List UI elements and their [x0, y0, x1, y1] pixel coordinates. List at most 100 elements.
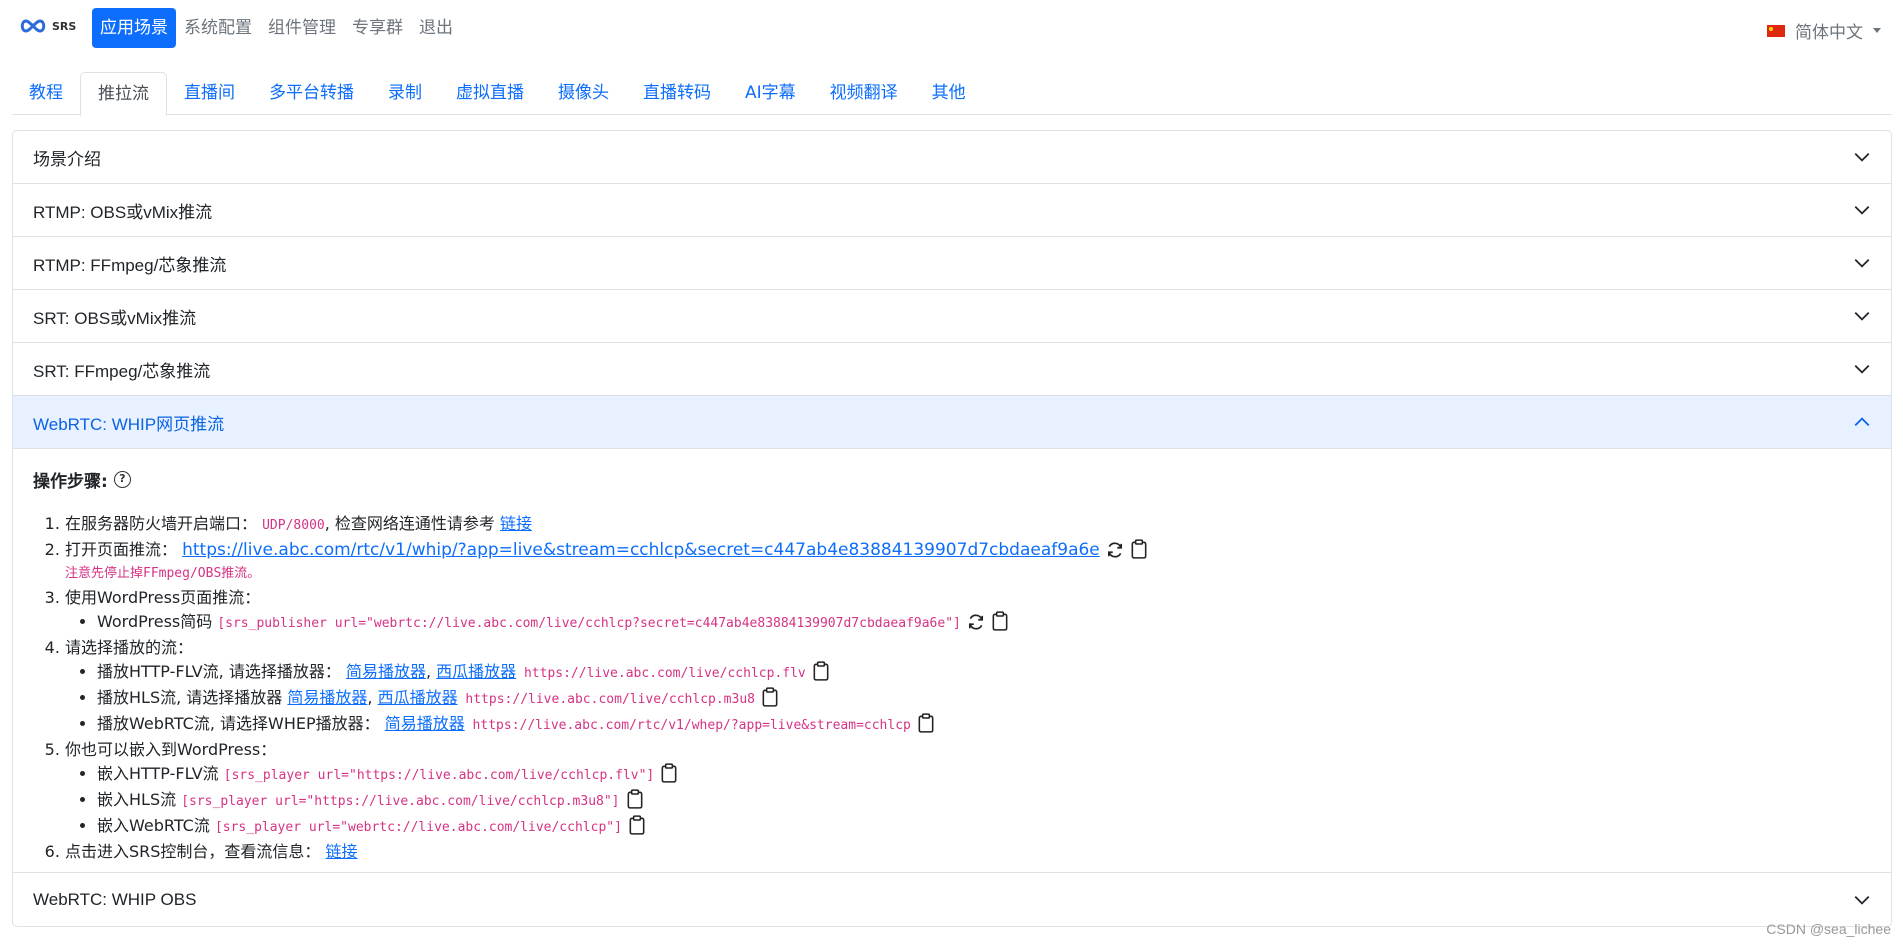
accordion-title: SRT: FFmpeg/芯象推流 [33, 361, 211, 381]
scenario-tabs: 教程 推拉流 直播间 多平台转播 录制 虚拟直播 摄像头 直播转码 AI字幕 视… [12, 72, 1892, 116]
infinity-logo-icon [20, 19, 46, 33]
tab-tutorial[interactable]: 教程 [12, 72, 80, 115]
language-label: 简体中文 [1795, 23, 1863, 43]
embed-rtc-code: [srs_player url="webrtc://live.abc.com/l… [214, 820, 622, 835]
logo-text: SRS [52, 19, 77, 33]
step-5-sublist: 嵌入HTTP-FLV流 [srs_player url="https://liv… [65, 762, 1871, 840]
tab-push-pull[interactable]: 推拉流 [80, 72, 167, 116]
port-code: UDP/8000 [262, 518, 325, 533]
chevron-up-icon [1854, 417, 1870, 427]
clipboard-icon[interactable] [812, 661, 830, 681]
clipboard-icon[interactable] [761, 687, 779, 707]
step-2-text: 打开页面推流： [65, 540, 183, 559]
accordion-header-srt-obs[interactable]: SRT: OBS或vMix推流 [13, 290, 1891, 343]
step-3-sublist: WordPress简码 [srs_publisher url="webrtc:/… [65, 610, 1871, 636]
step-5: 你也可以嵌入到WordPress： 嵌入HTTP-FLV流 [srs_playe… [65, 738, 1871, 840]
tab-other[interactable]: 其他 [915, 72, 983, 115]
list-item: 嵌入WebRTC流 [srs_player url="webrtc://live… [97, 814, 1871, 840]
embed-rtc-label: 嵌入WebRTC流 [97, 816, 215, 835]
step-1: 在服务器防火墙开启端口： UDP/8000, 检查网络连通性请参考 链接 [65, 512, 1871, 538]
whip-publish-url-link[interactable]: https://live.abc.com/rtc/v1/whip/?app=li… [182, 540, 1100, 560]
accordion-title: WebRTC: WHIP OBS [33, 889, 197, 909]
tab-multi-platform[interactable]: 多平台转播 [252, 72, 371, 115]
step-6-text: 点击进入SRS控制台，查看流信息： [65, 842, 326, 861]
tab-video-translate[interactable]: 视频翻译 [813, 72, 915, 115]
tab-transcode[interactable]: 直播转码 [626, 72, 728, 115]
nav-item-logout[interactable]: 退出 [411, 8, 461, 48]
language-dropdown[interactable]: 简体中文 [1767, 18, 1881, 43]
tab-camera[interactable]: 摄像头 [541, 72, 626, 115]
chevron-down-icon [1854, 311, 1870, 321]
rtc-whep-url: https://live.abc.com/rtc/v1/whep/?app=li… [464, 718, 911, 733]
steps-list: 在服务器防火墙开启端口： UDP/8000, 检查网络连通性请参考 链接 打开页… [33, 512, 1871, 864]
main-nav: 应用场景 系统配置 组件管理 专享群 退出 [92, 8, 461, 48]
step-1-text: 在服务器防火墙开启端口： [65, 514, 258, 533]
step-4: 请选择播放的流： 播放HTTP-FLV流, 请选择播放器： 简易播放器, 西瓜播… [65, 636, 1871, 738]
tab-record[interactable]: 录制 [371, 72, 439, 115]
rtc-simple-player-link[interactable]: 简易播放器 [385, 714, 465, 733]
srs-logo[interactable]: SRS [18, 18, 76, 34]
nav-item-system-config[interactable]: 系统配置 [176, 8, 260, 48]
hls-play-label: 播放HLS流, 请选择播放器 [97, 688, 288, 707]
chevron-down-icon [1854, 895, 1870, 905]
hls-xigua-player-link[interactable]: 西瓜播放器 [378, 688, 458, 707]
tab-ai-subtitle[interactable]: AI字幕 [728, 72, 813, 115]
network-check-link[interactable]: 链接 [500, 514, 532, 533]
list-item: 播放HLS流, 请选择播放器 简易播放器, 西瓜播放器 https://live… [97, 686, 1871, 712]
accordion-title: WebRTC: WHIP网页推流 [33, 414, 225, 434]
step-4-sublist: 播放HTTP-FLV流, 请选择播放器： 简易播放器, 西瓜播放器 https:… [65, 660, 1871, 738]
accordion-title: RTMP: FFmpeg/芯象推流 [33, 255, 227, 275]
accordion-header-rtmp-obs[interactable]: RTMP: OBS或vMix推流 [13, 184, 1891, 237]
tab-live-room[interactable]: 直播间 [167, 72, 252, 115]
accordion-header-webrtc-whip-obs[interactable]: WebRTC: WHIP OBS [13, 873, 1891, 926]
hls-simple-player-link[interactable]: 简易播放器 [287, 688, 367, 707]
srs-console-link[interactable]: 链接 [326, 842, 358, 861]
step-3: 使用WordPress页面推流： WordPress简码 [srs_publis… [65, 586, 1871, 636]
list-item: 播放HTTP-FLV流, 请选择播放器： 简易播放器, 西瓜播放器 https:… [97, 660, 1871, 686]
embed-flv-label: 嵌入HTTP-FLV流 [97, 764, 224, 783]
accordion-header-webrtc-whip[interactable]: WebRTC: WHIP网页推流 [13, 396, 1891, 449]
flv-xigua-player-link[interactable]: 西瓜播放器 [436, 662, 516, 681]
step-1-suffix: , 检查网络连通性请参考 [324, 514, 500, 533]
help-question-icon[interactable]: ? [113, 471, 131, 488]
clipboard-icon[interactable] [660, 763, 678, 783]
nav-item-exclusive-group[interactable]: 专享群 [344, 8, 411, 48]
clipboard-icon[interactable] [917, 713, 935, 733]
clipboard-icon[interactable] [991, 611, 1009, 631]
clipboard-icon[interactable] [626, 789, 644, 809]
accordion-header-rtmp-ffmpeg[interactable]: RTMP: FFmpeg/芯象推流 [13, 237, 1891, 290]
publisher-shortcode: [srs_publisher url="webrtc://live.abc.co… [217, 616, 961, 631]
nav-item-scenarios[interactable]: 应用场景 [92, 8, 176, 48]
accordion-title: 场景介绍 [33, 149, 101, 169]
rtc-play-label: 播放WebRTC流, 请选择WHEP播放器： [97, 714, 385, 733]
navbar: SRS 应用场景 系统配置 组件管理 专享群 退出 简体中文 [0, 0, 1903, 56]
caret-down-icon [1873, 28, 1881, 33]
separator: , [425, 662, 437, 681]
chevron-down-icon [1854, 364, 1870, 374]
step-3-text: 使用WordPress页面推流： [65, 588, 261, 607]
wordpress-shortcode-label: WordPress简码 [97, 612, 218, 631]
step-4-text: 请选择播放的流： [65, 638, 194, 657]
clipboard-icon[interactable] [628, 815, 646, 835]
flv-simple-player-link[interactable]: 简易播放器 [346, 662, 426, 681]
steps-title-text: 操作步骤: [33, 472, 108, 492]
flv-url: https://live.abc.com/live/cchlcp.flv [516, 666, 806, 681]
accordion-body-webrtc-whip: 操作步骤: ? 在服务器防火墙开启端口： UDP/8000, 检查网络连通性请参… [13, 449, 1891, 873]
step-6: 点击进入SRS控制台，查看流信息： 链接 [65, 840, 1871, 864]
clipboard-icon[interactable] [1130, 539, 1148, 559]
nav-item-components[interactable]: 组件管理 [260, 8, 344, 48]
refresh-icon[interactable] [967, 613, 985, 631]
tab-virtual-live[interactable]: 虚拟直播 [439, 72, 541, 115]
accordion-header-srt-ffmpeg[interactable]: SRT: FFmpeg/芯象推流 [13, 343, 1891, 396]
accordion-header-intro[interactable]: 场景介绍 [13, 131, 1891, 184]
steps-title: 操作步骤: ? [33, 467, 1871, 492]
csdn-watermark: CSDN @sea_lichee [1766, 921, 1891, 937]
chevron-down-icon [1854, 258, 1870, 268]
flv-play-label: 播放HTTP-FLV流, 请选择播放器： [97, 662, 346, 681]
embed-hls-code: [srs_player url="https://live.abc.com/li… [181, 794, 620, 809]
refresh-icon[interactable] [1106, 541, 1124, 559]
separator: , [367, 688, 378, 707]
embed-hls-label: 嵌入HLS流 [97, 790, 182, 809]
stop-ffmpeg-note: 注意先停止掉FFmpeg/OBS推流。 [65, 566, 261, 581]
list-item: 嵌入HLS流 [srs_player url="https://live.abc… [97, 788, 1871, 814]
